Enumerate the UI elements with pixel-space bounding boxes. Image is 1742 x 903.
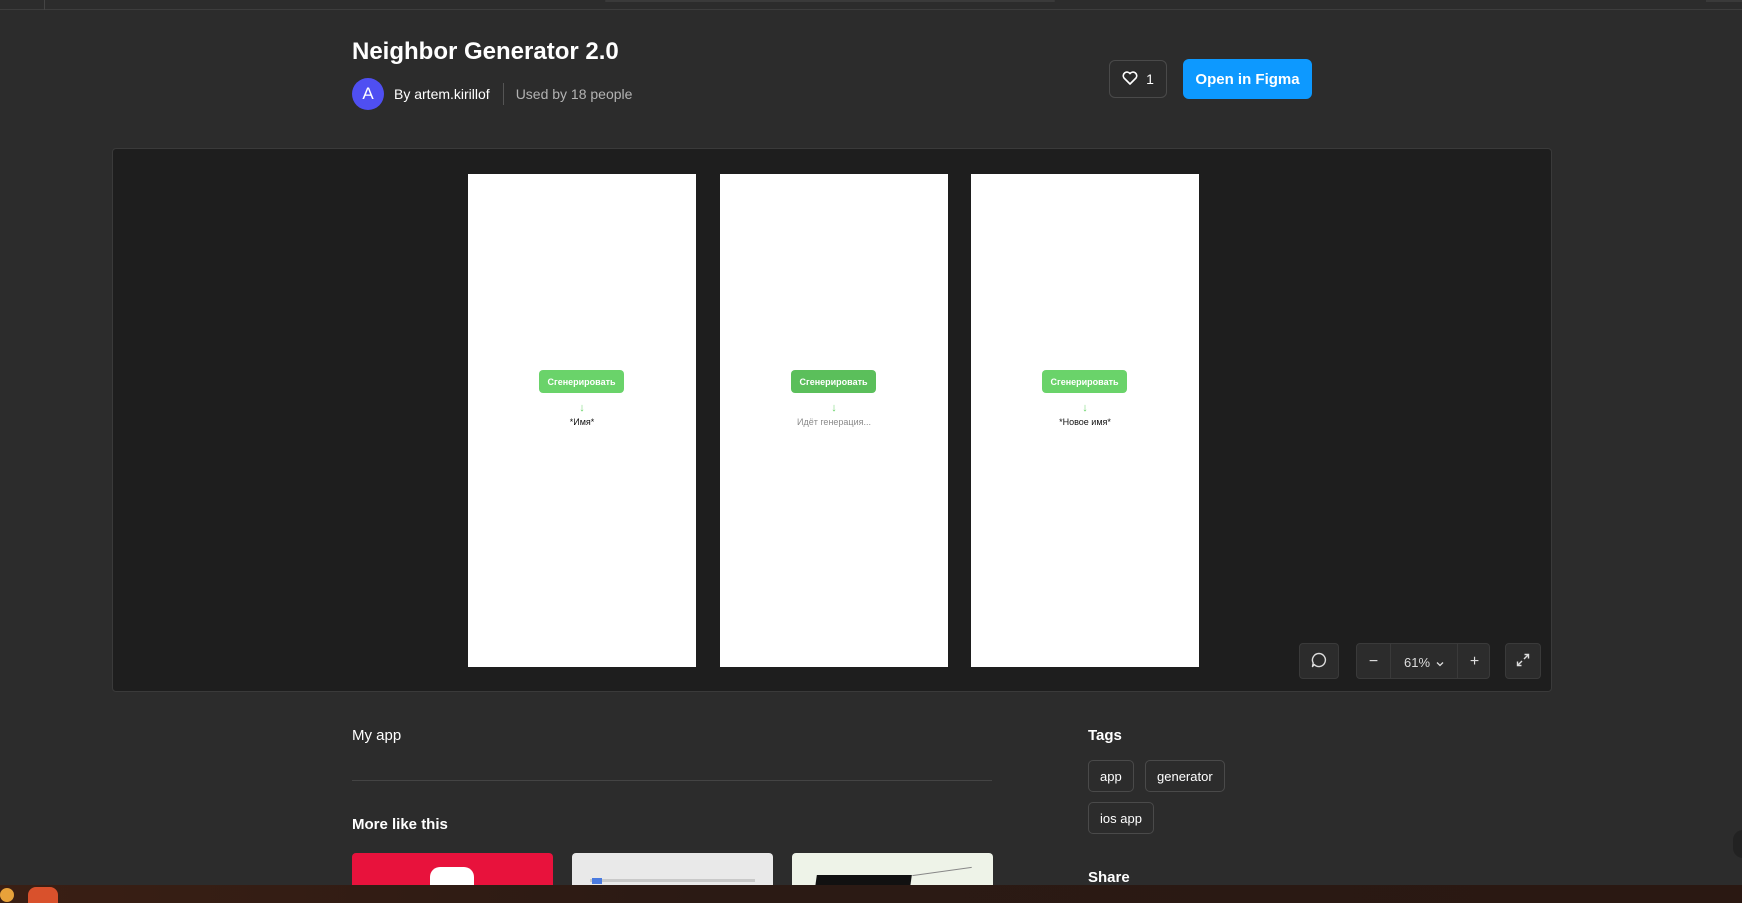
comment-icon: [1310, 651, 1328, 672]
taskbar: [0, 885, 1742, 903]
comment-button[interactable]: [1299, 643, 1339, 679]
tags-heading: Tags: [1088, 727, 1122, 744]
heart-icon: [1122, 70, 1138, 88]
scroll-handle[interactable]: [1733, 830, 1742, 858]
expand-icon: [1515, 652, 1531, 671]
avatar[interactable]: A: [352, 78, 384, 110]
arrow-down-icon: ↓: [579, 402, 585, 414]
tag-app[interactable]: app: [1088, 760, 1134, 792]
related-file-thumbnail[interactable]: [352, 853, 553, 885]
related-file-thumbnail[interactable]: [572, 853, 773, 885]
file-description: My app: [352, 727, 402, 744]
thumbnail-graphic: [912, 866, 972, 877]
arrow-down-icon: ↓: [1082, 402, 1088, 414]
thumbnail-graphic: [430, 867, 474, 885]
name-result: Идёт генерация...: [797, 417, 871, 427]
zoom-out-button[interactable]: −: [1357, 644, 1390, 680]
author-link[interactable]: By artem.kirillof: [394, 86, 490, 102]
zoom-level-dropdown[interactable]: 61%: [1391, 644, 1457, 680]
toolbar-search-edge[interactable]: [605, 0, 1055, 2]
name-result: *Имя*: [569, 417, 595, 427]
tag-generator[interactable]: generator: [1145, 760, 1225, 792]
open-in-figma-button[interactable]: Open in Figma: [1183, 59, 1312, 99]
chevron-down-icon: [1436, 655, 1444, 670]
related-file-thumbnail[interactable]: [792, 853, 993, 885]
generate-button[interactable]: Сгенерировать: [539, 370, 624, 393]
zoom-in-button[interactable]: +: [1458, 644, 1491, 680]
user-icon[interactable]: [0, 888, 14, 902]
share-heading: Share: [1088, 869, 1130, 886]
screen-frame-1: Сгенерировать ↓ *Имя*: [468, 174, 696, 667]
fullscreen-button[interactable]: [1505, 643, 1541, 679]
used-by-count: Used by 18 people: [515, 86, 633, 102]
screen-frame-2: Сгенерировать ↓ Идёт генерация...: [720, 174, 948, 667]
screen-frame-3: Сгенерировать ↓ *Новое имя*: [971, 174, 1199, 667]
meta-divider: [502, 83, 504, 105]
generate-button[interactable]: Сгенерировать: [791, 370, 876, 393]
toolbar-right-edge[interactable]: [1706, 0, 1742, 2]
file-meta: A By artem.kirillof Used by 18 people: [352, 78, 632, 110]
arrow-down-icon: ↓: [831, 402, 837, 414]
zoom-level: 61%: [1403, 654, 1431, 670]
thumbnail-graphic: [592, 878, 602, 884]
more-like-this-heading: More like this: [352, 816, 448, 833]
thumbnail-graphic: [590, 879, 755, 882]
page-title: Neighbor Generator 2.0: [352, 38, 619, 65]
toolbar-divider: [44, 0, 45, 10]
zoom-control: − 61% +: [1356, 643, 1490, 679]
prototype-canvas[interactable]: Сгенерировать ↓ *Имя* Сгенерировать ↓ Ид…: [112, 148, 1552, 692]
name-result: *Новое имя*: [1059, 417, 1111, 427]
section-divider: [352, 780, 992, 781]
like-count: 1: [1146, 71, 1154, 87]
tag-ios-app[interactable]: ios app: [1088, 802, 1154, 834]
thumbnail-graphic: [815, 875, 912, 885]
top-toolbar: [0, 0, 1742, 10]
like-button[interactable]: 1: [1109, 60, 1167, 98]
app-icon[interactable]: [28, 887, 58, 903]
generate-button[interactable]: Сгенерировать: [1042, 370, 1127, 393]
